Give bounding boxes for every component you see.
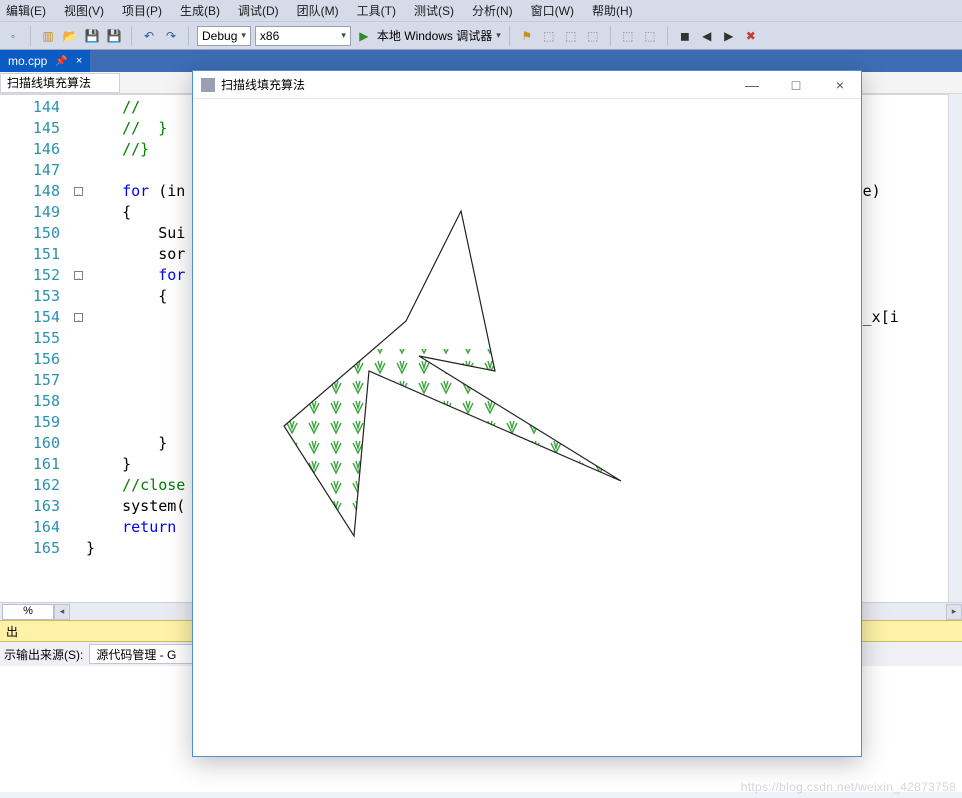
- toolbar-separator: [30, 26, 31, 46]
- run-label[interactable]: 本地 Windows 调试器: [377, 27, 492, 44]
- toolbar-separator: [188, 26, 189, 46]
- redo-icon[interactable]: ↷: [162, 27, 180, 45]
- app-window: 扫描线填充算法 — □ ×: [192, 70, 862, 757]
- chevron-down-icon: ▾: [241, 30, 246, 41]
- chevron-down-icon: ▾: [341, 30, 346, 41]
- save-icon[interactable]: 💾: [83, 27, 101, 45]
- fold-column[interactable]: [70, 95, 86, 602]
- new-file-icon[interactable]: ▥: [39, 27, 57, 45]
- open-file-icon[interactable]: 📂: [61, 27, 79, 45]
- scroll-right-icon[interactable]: ▸: [946, 604, 962, 620]
- document-tab-filename: mo.cpp: [8, 54, 47, 68]
- chevron-down-icon[interactable]: ▾: [496, 30, 501, 41]
- document-tab[interactable]: mo.cpp 📌 ×: [0, 50, 90, 72]
- menu-view[interactable]: 视图(V): [64, 2, 104, 19]
- scroll-left-icon[interactable]: ◂: [54, 604, 70, 620]
- pin-icon[interactable]: 📌: [55, 56, 67, 67]
- menu-build[interactable]: 生成(B): [180, 2, 220, 19]
- run-icon[interactable]: ▶: [355, 27, 373, 45]
- toolbar-separator: [610, 26, 611, 46]
- bookmark-icon[interactable]: ◼: [676, 27, 694, 45]
- toolbar-separator: [667, 26, 668, 46]
- output-header-label: 出: [6, 623, 18, 640]
- tool-icon[interactable]: ⚑: [518, 27, 536, 45]
- toolbar-separator: [131, 26, 132, 46]
- scope-dropdown[interactable]: 扫描线填充算法: [0, 73, 120, 93]
- bookmark-prev-icon[interactable]: ◀: [698, 27, 716, 45]
- config-dropdown[interactable]: Debug ▾: [197, 26, 251, 46]
- output-source-dropdown[interactable]: 源代码管理 - G: [89, 644, 199, 664]
- menu-edit[interactable]: 编辑(E): [6, 2, 46, 19]
- nav-back-icon[interactable]: ◦: [4, 27, 22, 45]
- polygon-canvas-svg: [193, 99, 863, 757]
- app-title: 扫描线填充算法: [221, 76, 305, 93]
- tool-icon[interactable]: ⬚: [540, 27, 558, 45]
- menu-window[interactable]: 窗口(W): [531, 2, 574, 19]
- minimize-button[interactable]: —: [739, 77, 765, 93]
- line-number-gutter: 1441451461471481491501511521531541551561…: [0, 95, 70, 602]
- close-button[interactable]: ×: [827, 77, 853, 93]
- tool-icon[interactable]: ⬚: [641, 27, 659, 45]
- platform-dropdown[interactable]: x86 ▾: [255, 26, 351, 46]
- output-source-label: 示输出来源(S):: [4, 646, 83, 663]
- config-value: Debug: [202, 29, 237, 43]
- menu-bar: 编辑(E) 视图(V) 项目(P) 生成(B) 调试(D) 团队(M) 工具(T…: [0, 0, 962, 22]
- document-tab-row: mo.cpp 📌 ×: [0, 50, 962, 72]
- tool-icon[interactable]: ⬚: [584, 27, 602, 45]
- app-icon: [201, 78, 215, 92]
- toolbar: ◦ ▥ 📂 💾 💾 ↶ ↷ Debug ▾ x86 ▾ ▶ 本地 Windows…: [0, 22, 962, 50]
- maximize-button[interactable]: □: [783, 77, 809, 93]
- platform-value: x86: [260, 29, 279, 43]
- scope-value: 扫描线填充算法: [7, 74, 91, 91]
- menu-debug[interactable]: 调试(D): [238, 2, 279, 19]
- close-tab-icon[interactable]: ×: [76, 55, 82, 67]
- tool-icon[interactable]: ⬚: [619, 27, 637, 45]
- undo-icon[interactable]: ↶: [140, 27, 158, 45]
- app-titlebar[interactable]: 扫描线填充算法 — □ ×: [193, 71, 861, 99]
- menu-help[interactable]: 帮助(H): [592, 2, 633, 19]
- menu-test[interactable]: 测试(S): [414, 2, 454, 19]
- vertical-scrollbar[interactable]: [948, 94, 962, 602]
- zoom-level[interactable]: %: [2, 604, 54, 620]
- bookmark-clear-icon[interactable]: ✖: [742, 27, 760, 45]
- bookmark-next-icon[interactable]: ▶: [720, 27, 738, 45]
- output-source-value: 源代码管理 - G: [96, 646, 176, 663]
- menu-tools[interactable]: 工具(T): [357, 2, 396, 19]
- watermark: https://blog.csdn.net/weixin_42873758: [741, 780, 956, 794]
- menu-team[interactable]: 团队(M): [297, 2, 339, 19]
- toolbar-separator: [509, 26, 510, 46]
- app-canvas: [193, 99, 861, 756]
- menu-project[interactable]: 项目(P): [122, 2, 162, 19]
- save-all-icon[interactable]: 💾: [105, 27, 123, 45]
- tool-icon[interactable]: ⬚: [562, 27, 580, 45]
- menu-analyze[interactable]: 分析(N): [472, 2, 513, 19]
